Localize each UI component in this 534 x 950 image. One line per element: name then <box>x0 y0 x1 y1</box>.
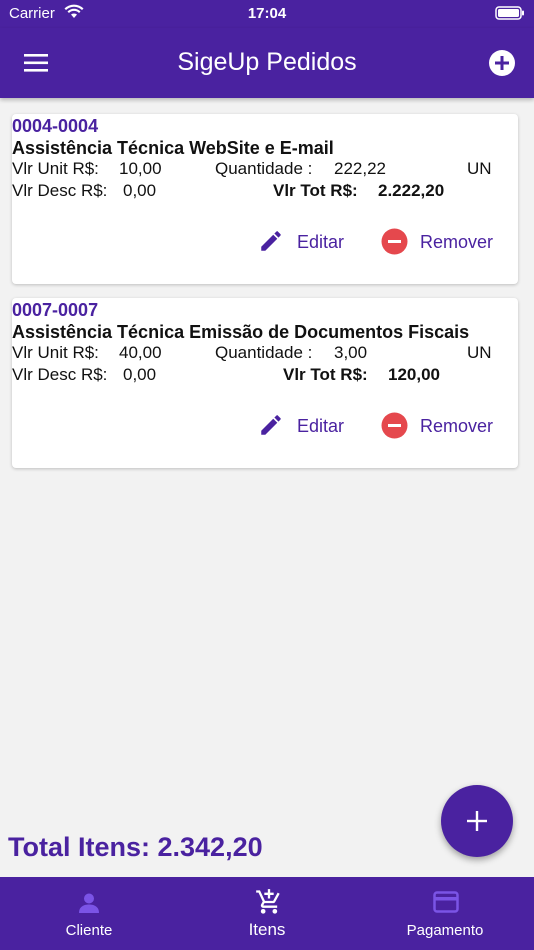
item-description: Assistência Técnica WebSite e E-mail <box>12 138 334 158</box>
quantity-value: 222,22 <box>334 159 386 178</box>
edit-label: Editar <box>297 416 345 436</box>
app-title: SigeUp Pedidos <box>177 48 357 76</box>
discount-label: Vlr Desc R$: <box>12 365 108 384</box>
discount-label: Vlr Desc R$: <box>12 181 108 200</box>
item-card: 0007-0007 Assistência Técnica Emissão de… <box>12 298 518 468</box>
unit-price-label: Vlr Unit R$: <box>12 159 99 178</box>
nav-itens-label: Itens <box>248 920 286 939</box>
minus-circle-icon <box>381 228 408 255</box>
nav-cliente-label: Cliente <box>65 922 113 939</box>
edit-label: Editar <box>297 232 345 252</box>
person-icon <box>79 893 99 913</box>
nav-pagamento-label: Pagamento <box>406 922 484 939</box>
cart-add-icon <box>256 889 280 914</box>
pencil-icon <box>261 415 281 435</box>
unit-measure: UN <box>467 343 492 362</box>
edit-button[interactable]: Editar <box>258 412 358 440</box>
unit-measure: UN <box>467 159 492 178</box>
unit-price-label: Vlr Unit R$: <box>12 343 99 362</box>
edit-button[interactable]: Editar <box>258 228 358 256</box>
total-label: Vlr Tot R$: <box>273 181 358 200</box>
unit-price-value: 40,00 <box>119 343 162 362</box>
plus-icon <box>467 811 487 831</box>
add-item-fab[interactable] <box>441 785 513 857</box>
total-label: Vlr Tot R$: <box>283 365 368 384</box>
discount-value: 0,00 <box>123 181 157 200</box>
remove-label: Remover <box>420 416 494 436</box>
add-circle-icon[interactable] <box>488 49 516 77</box>
battery-icon <box>495 6 524 20</box>
nav-itens[interactable]: Itens <box>178 877 356 950</box>
bottom-navigation: Cliente Itens Pagamento <box>0 877 534 950</box>
item-code: 0004-0004 <box>12 116 99 136</box>
remove-button[interactable]: Remover <box>381 228 511 256</box>
nav-cliente[interactable]: Cliente <box>0 877 178 950</box>
quantity-label: Quantidade : <box>215 343 313 362</box>
item-description: Assistência Técnica Emissão de Documento… <box>12 322 470 342</box>
quantity-value: 3,00 <box>334 343 368 362</box>
minus-circle-icon <box>381 412 408 439</box>
credit-card-icon <box>433 891 459 913</box>
total-value: 120,00 <box>388 365 440 384</box>
quantity-label: Quantidade : <box>215 159 313 178</box>
total-value: 2.222,20 <box>378 181 445 200</box>
app-bar: SigeUp Pedidos <box>0 28 534 98</box>
clock: 17:04 <box>247 5 287 22</box>
discount-value: 0,00 <box>123 365 157 384</box>
nav-pagamento[interactable]: Pagamento <box>356 877 534 950</box>
item-code: 0007-0007 <box>12 300 99 320</box>
remove-label: Remover <box>420 232 494 252</box>
pencil-icon <box>261 231 281 251</box>
remove-button[interactable]: Remover <box>381 412 511 440</box>
items-total: Total Itens: 2.342,20 <box>8 832 263 862</box>
status-bar: Carrier 17:04 <box>0 0 534 28</box>
unit-price-value: 10,00 <box>119 159 162 178</box>
item-card: 0004-0004 Assistência Técnica WebSite e … <box>12 114 518 284</box>
